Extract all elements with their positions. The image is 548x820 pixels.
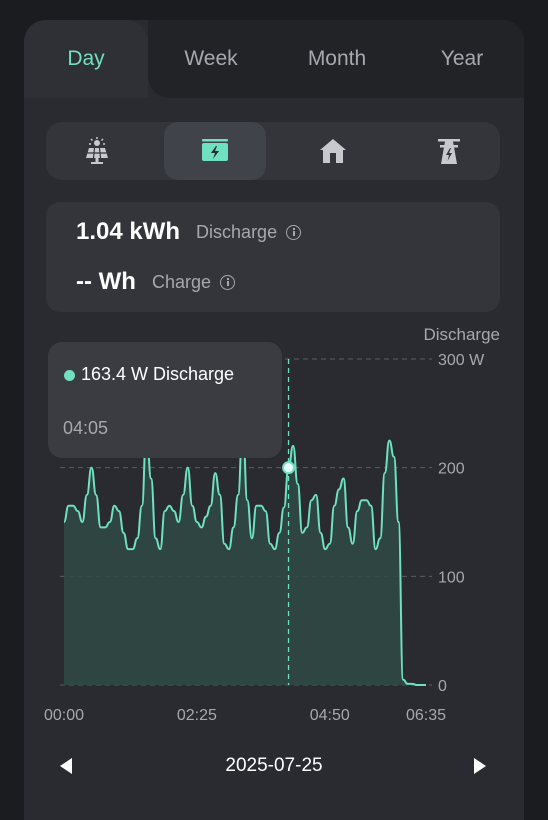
selected-point [282, 461, 296, 475]
x-tick-label: 04:50 [310, 707, 350, 724]
series-dot [64, 370, 75, 381]
current-date[interactable]: 2025-07-25 [24, 755, 524, 777]
tooltip-value: 163.4 W Discharge [81, 364, 235, 384]
y-tick-label: 100 [438, 569, 465, 586]
y-tick-label: 0 [438, 678, 447, 695]
x-tick-label: 00:00 [44, 707, 84, 724]
chart-title: Discharge [423, 325, 500, 344]
y-tick-label: 300 W [438, 352, 485, 369]
x-tick-label: 02:25 [177, 707, 217, 724]
chart-tooltip: 163.4 W Discharge 04:05 [48, 342, 282, 458]
tooltip-time: 04:05 [63, 418, 109, 438]
y-tick-label: 200 [438, 461, 465, 478]
date-navigator: 2025-07-25 [24, 750, 524, 790]
energy-card: Day Week Month Year 1.04 kWh Discharge -… [24, 20, 524, 820]
x-tick-label: 06:35 [406, 707, 446, 724]
next-day-icon[interactable] [474, 758, 486, 774]
